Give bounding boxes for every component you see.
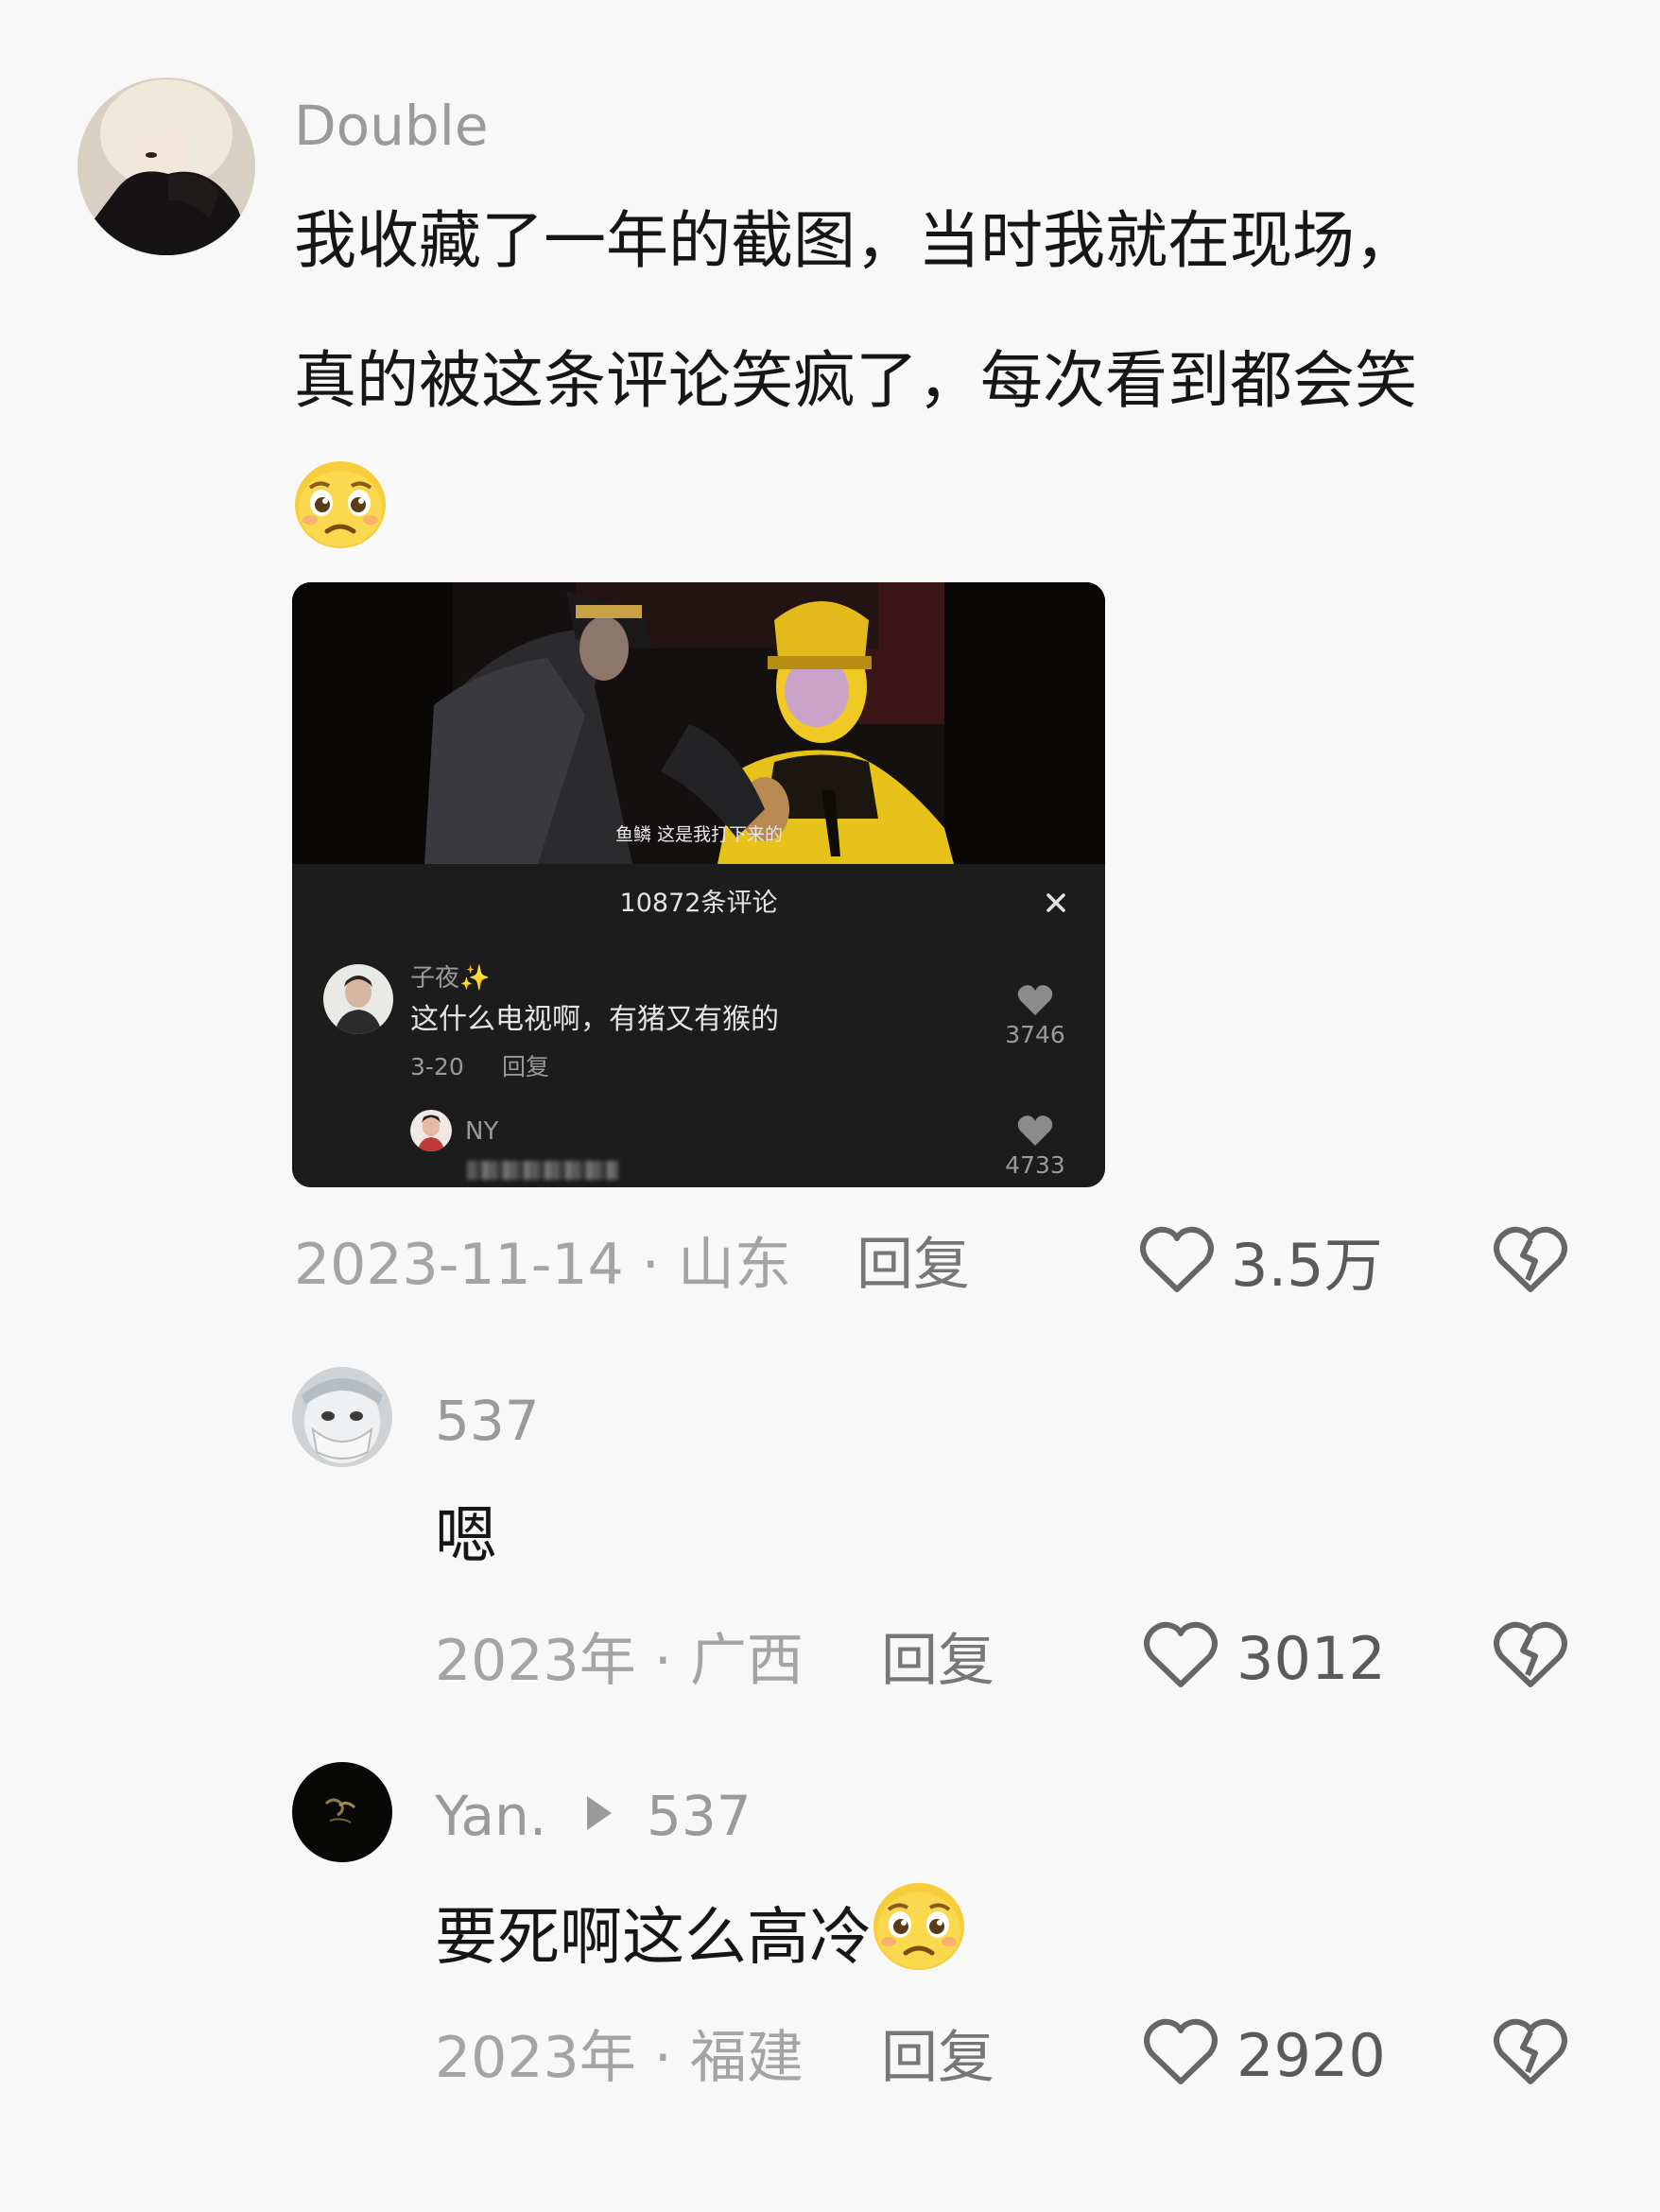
- reply-button[interactable]: 回复: [502, 1055, 549, 1079]
- comment-date-location: 2023年 · 广西: [435, 1628, 804, 1694]
- comment-text-blurred: [467, 1161, 618, 1180]
- video-frame: 鱼鳞 这是我打下来的: [292, 582, 1105, 864]
- comment-username[interactable]: 子夜✨: [410, 966, 490, 991]
- reply-to-username[interactable]: 537: [647, 1789, 752, 1843]
- username-text: 子夜: [410, 964, 460, 993]
- comment-date-location: 2023年 · 福建: [435, 2025, 804, 2091]
- comment-username[interactable]: Yan.: [435, 1789, 546, 1843]
- comment-text-content: 要死啊这么高冷: [435, 1900, 872, 1974]
- embedded-screenshot-image[interactable]: 鱼鳞 这是我打下来的 10872条评论 子夜✨ 这什么电视啊，有猪又有猴的 3-…: [292, 582, 1105, 1187]
- heart-outline-icon[interactable]: [1138, 1225, 1216, 1295]
- like-count: 4733: [1005, 1151, 1065, 1179]
- pleading-face-emoji-icon: [872, 1881, 966, 1982]
- reply-button[interactable]: 回复: [856, 1236, 970, 1293]
- broken-heart-icon[interactable]: [1492, 1620, 1569, 1690]
- comment-username[interactable]: Double: [294, 98, 489, 153]
- comment-text-line-1: 我收藏了一年的截图，当时我就在现场，: [294, 204, 1417, 277]
- play-triangle-icon: [585, 1794, 614, 1832]
- comment-text: 要死啊这么高冷: [435, 1883, 966, 1982]
- avatar[interactable]: [410, 1110, 452, 1151]
- like-count: 2920: [1236, 2021, 1386, 2090]
- close-icon[interactable]: [1046, 892, 1066, 913]
- pleading-face-emoji-icon: [293, 459, 388, 554]
- heart-icon[interactable]: [1016, 1114, 1054, 1148]
- like-count: 3012: [1236, 1624, 1386, 1693]
- comments-panel: 10872条评论 子夜✨ 这什么电视啊，有猪又有猴的 3-20 回复 3746: [292, 864, 1105, 1187]
- comments-count-header: 10872条评论: [619, 889, 778, 918]
- comment-text: 这什么电视啊，有猪又有猴的: [410, 1003, 779, 1036]
- comment-username[interactable]: 537: [435, 1393, 540, 1448]
- comment-text: 嗯: [435, 1499, 497, 1572]
- comment-date: 3-20: [410, 1053, 464, 1080]
- comment-date-location: 2023-11-14 · 山东: [294, 1232, 791, 1298]
- video-subtitle: 鱼鳞 这是我打下来的: [615, 824, 784, 845]
- like-count: 3.5万: [1231, 1231, 1383, 1300]
- reply-button[interactable]: 回复: [881, 1633, 994, 1689]
- reply-button[interactable]: 回复: [881, 2030, 994, 2086]
- heart-outline-icon[interactable]: [1142, 1620, 1219, 1690]
- broken-heart-icon[interactable]: [1492, 2017, 1569, 2087]
- avatar[interactable]: [292, 1367, 392, 1467]
- avatar[interactable]: [323, 964, 393, 1034]
- like-count: 3746: [1005, 1021, 1065, 1048]
- heart-outline-icon[interactable]: [1142, 2017, 1219, 2087]
- broken-heart-icon[interactable]: [1492, 1225, 1569, 1295]
- avatar[interactable]: [292, 1762, 392, 1862]
- comment-username[interactable]: NY: [465, 1119, 498, 1144]
- avatar[interactable]: [78, 78, 255, 255]
- heart-icon[interactable]: [1016, 983, 1054, 1017]
- comment-text-line-2: 真的被这条评论笑疯了，每次看到都会笑: [294, 344, 1417, 417]
- sparkles-icon: ✨: [459, 964, 491, 993]
